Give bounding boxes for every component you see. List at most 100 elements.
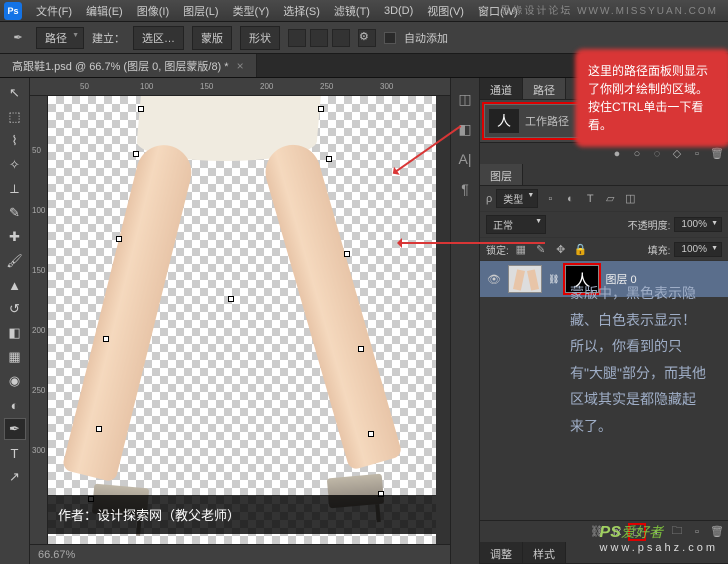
menu-type[interactable]: 类型(Y) bbox=[227, 1, 276, 21]
make-path-icon[interactable]: ◇ bbox=[670, 147, 684, 161]
menu-file[interactable]: 文件(F) bbox=[30, 1, 78, 21]
watermark-top: 思缘设计论坛 WWW.MISSYUAN.COM bbox=[500, 2, 718, 17]
brush-tool[interactable]: 🖌 bbox=[4, 250, 26, 272]
channels-tab[interactable]: 通道 bbox=[480, 78, 523, 99]
build-mask-button[interactable]: 蒙版 bbox=[192, 26, 232, 50]
path-anchor[interactable] bbox=[344, 251, 350, 257]
build-selection-button[interactable]: 选区… bbox=[133, 26, 184, 50]
gradient-tool[interactable]: ▦ bbox=[4, 346, 26, 368]
path-mode-dropdown[interactable]: 路径 bbox=[36, 27, 84, 49]
pen-tool-icon[interactable]: ✒ bbox=[8, 28, 28, 48]
paths-tab[interactable]: 路径 bbox=[523, 78, 566, 99]
mask-link-icon[interactable]: ⛓ bbox=[548, 274, 559, 285]
path-anchor[interactable] bbox=[133, 151, 139, 157]
image-caption: 作者：设计探索网（教父老师） bbox=[48, 495, 436, 534]
annotation-red-callout: 这里的路径面板则显示了你刚才绘制的区域。按住CTRL单击一下看看。 bbox=[580, 54, 726, 142]
path-select-tool[interactable]: ↗ bbox=[4, 466, 26, 488]
status-bar: 66.67% bbox=[30, 544, 450, 564]
path-anchor[interactable] bbox=[116, 236, 122, 242]
canvas[interactable]: 作者：设计探索网（教父老师） bbox=[48, 96, 436, 544]
menu-select[interactable]: 选择(S) bbox=[277, 1, 326, 21]
filter-pixel-icon[interactable]: ▫ bbox=[542, 191, 558, 207]
path-anchor[interactable] bbox=[318, 106, 324, 112]
paragraph-panel-icon[interactable]: ¶ bbox=[454, 178, 476, 200]
filter-adjust-icon[interactable]: ◐ bbox=[562, 191, 578, 207]
watermark-bottom: PS爱好者 www.psahz.com bbox=[600, 522, 718, 554]
app-logo: Ps bbox=[4, 2, 22, 20]
path-anchor[interactable] bbox=[138, 106, 144, 112]
filter-type-icon[interactable]: T bbox=[582, 191, 598, 207]
opacity-label: 不透明度: bbox=[628, 217, 671, 232]
pen-tool[interactable]: ✒ bbox=[4, 418, 26, 440]
menu-edit[interactable]: 编辑(E) bbox=[80, 1, 129, 21]
path-anchor[interactable] bbox=[326, 156, 332, 162]
blur-tool[interactable]: ◉ bbox=[4, 370, 26, 392]
filter-smart-icon[interactable]: ◫ bbox=[622, 191, 638, 207]
path-anchor[interactable] bbox=[368, 431, 374, 437]
close-tab-icon[interactable]: × bbox=[237, 59, 244, 73]
stroke-path-icon[interactable]: ○ bbox=[630, 147, 644, 161]
new-path-icon[interactable]: ▫ bbox=[690, 147, 704, 161]
delete-path-icon[interactable]: 🗑 bbox=[710, 147, 724, 161]
menu-3d[interactable]: 3D(D) bbox=[378, 3, 419, 19]
type-tool[interactable]: T bbox=[4, 442, 26, 464]
annotation-mask-explain: 蒙版中，黑色表示隐藏、白色表示显示！所以，你看到的只有"大腿"部分，而其他区域其… bbox=[570, 280, 708, 440]
eyedropper-tool[interactable]: ✎ bbox=[4, 202, 26, 224]
load-selection-icon[interactable]: ◌ bbox=[650, 147, 664, 161]
annotation-arrow-2 bbox=[400, 242, 545, 244]
lock-all-icon[interactable]: 🔒 bbox=[573, 241, 589, 257]
history-panel-icon[interactable]: ◫ bbox=[454, 88, 476, 110]
styles-tab[interactable]: 样式 bbox=[523, 542, 566, 563]
magic-wand-tool[interactable]: ✧ bbox=[4, 154, 26, 176]
path-thumbnail: 人 bbox=[489, 109, 519, 133]
collapsed-panels: ◫ ◧ A| ¶ bbox=[450, 78, 480, 564]
document-tab[interactable]: 高跟鞋1.psd @ 66.7% (图层 0, 图层蒙版/8) * × bbox=[0, 54, 257, 77]
fill-input[interactable]: 100% bbox=[674, 242, 722, 257]
move-tool[interactable]: ↖ bbox=[4, 82, 26, 104]
stamp-tool[interactable]: ▲ bbox=[4, 274, 26, 296]
crop-tool[interactable]: ⟂ bbox=[4, 178, 26, 200]
healing-tool[interactable]: ✚ bbox=[4, 226, 26, 248]
auto-add-label: 自动添加 bbox=[404, 30, 448, 46]
opacity-input[interactable]: 100% bbox=[674, 217, 722, 232]
document-tab-title: 高跟鞋1.psd @ 66.7% (图层 0, 图层蒙版/8) * bbox=[12, 58, 229, 74]
tools-panel: ↖ ⬚ ⌇ ✧ ⟂ ✎ ✚ 🖌 ▲ ↺ ◧ ▦ ◉ ◐ ✒ T ↗ bbox=[0, 78, 30, 564]
lock-position-icon[interactable]: ✥ bbox=[553, 241, 569, 257]
character-panel-icon[interactable]: A| bbox=[454, 148, 476, 170]
build-shape-button[interactable]: 形状 bbox=[240, 26, 280, 50]
layer-filter-dropdown[interactable]: 类型 bbox=[496, 189, 538, 208]
scrollbar-vertical[interactable] bbox=[436, 96, 450, 544]
path-op-icon-1[interactable] bbox=[288, 29, 306, 47]
path-name: 工作路径 bbox=[525, 113, 569, 129]
menu-layer[interactable]: 图层(L) bbox=[177, 1, 224, 21]
canvas-area: 50100150200250300 50100150200250300 bbox=[30, 78, 450, 564]
menu-filter[interactable]: 滤镜(T) bbox=[328, 1, 376, 21]
build-label: 建立： bbox=[92, 30, 125, 46]
layers-tab[interactable]: 图层 bbox=[480, 164, 523, 185]
path-op-icon-3[interactable] bbox=[332, 29, 350, 47]
auto-add-checkbox[interactable] bbox=[384, 32, 396, 44]
path-anchor[interactable] bbox=[228, 296, 234, 302]
fill-path-icon[interactable]: ● bbox=[610, 147, 624, 161]
blend-mode-dropdown[interactable]: 正常 bbox=[486, 215, 546, 234]
zoom-value[interactable]: 66.67% bbox=[38, 549, 75, 561]
history-brush-tool[interactable]: ↺ bbox=[4, 298, 26, 320]
path-anchor[interactable] bbox=[358, 346, 364, 352]
path-anchor[interactable] bbox=[103, 336, 109, 342]
adjustments-tab[interactable]: 调整 bbox=[480, 542, 523, 563]
ruler-horizontal: 50100150200250300 bbox=[30, 78, 450, 96]
filter-shape-icon[interactable]: ▱ bbox=[602, 191, 618, 207]
gear-icon[interactable]: ⚙ bbox=[358, 29, 376, 47]
eraser-tool[interactable]: ◧ bbox=[4, 322, 26, 344]
visibility-toggle-icon[interactable]: 👁 bbox=[486, 273, 502, 286]
path-anchor[interactable] bbox=[96, 426, 102, 432]
lasso-tool[interactable]: ⌇ bbox=[4, 130, 26, 152]
fill-label: 填充: bbox=[648, 242, 671, 257]
menu-view[interactable]: 视图(V) bbox=[421, 1, 470, 21]
menu-image[interactable]: 图像(I) bbox=[131, 1, 175, 21]
layer-thumbnail[interactable] bbox=[508, 265, 542, 293]
path-op-icon-2[interactable] bbox=[310, 29, 328, 47]
dodge-tool[interactable]: ◐ bbox=[4, 394, 26, 416]
ruler-vertical: 50100150200250300 bbox=[30, 96, 48, 544]
marquee-tool[interactable]: ⬚ bbox=[4, 106, 26, 128]
